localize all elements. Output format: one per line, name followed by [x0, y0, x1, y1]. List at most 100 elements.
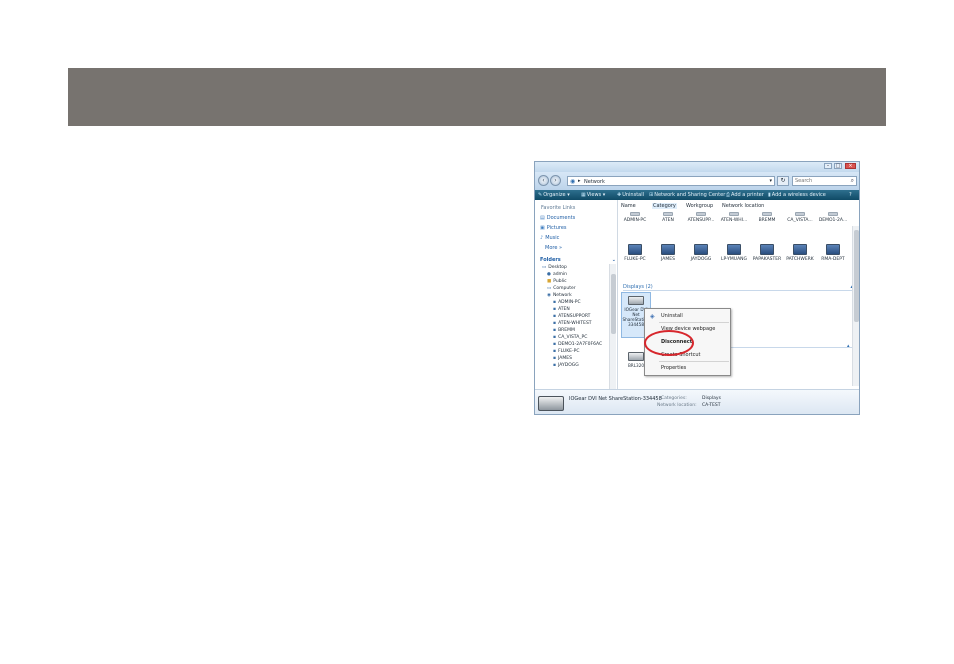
folder-icon: ■ [547, 279, 552, 284]
computer-item[interactable]: PAPAKASTER [751, 244, 783, 262]
computer-icon: ▪ [553, 328, 557, 333]
computer-icon: ▪ [553, 321, 557, 326]
tree-item-computer-node[interactable]: ▪ ATEN-WHITEST [553, 320, 592, 327]
pictures-icon: ▣ [540, 225, 545, 231]
computer-item[interactable]: JAMES [652, 244, 684, 262]
computer-icon [694, 244, 708, 255]
sidebar-scrollbar[interactable] [609, 264, 616, 389]
tree-item-computer-node[interactable]: ▪ JAYDOGG [553, 362, 579, 369]
menu-separator [659, 322, 729, 323]
close-button[interactable]: × [845, 163, 856, 169]
column-header-workgroup[interactable]: Workgroup [686, 203, 713, 209]
displays-group-header[interactable]: Displays (2)▴ [623, 284, 855, 291]
computer-item[interactable]: ATENSUPP... [685, 212, 717, 223]
details-location-value: CA-TEST [702, 403, 721, 408]
menu-item-uninstall[interactable]: Uninstall [661, 313, 683, 319]
views-button[interactable]: ▦Views ▾ [581, 192, 605, 198]
maximize-button[interactable]: □ [834, 163, 842, 169]
navigation-pane: Favorite Links ▤ Documents ▣ Pictures ♪ Mus… [535, 200, 618, 389]
computer-icon: ▪ [553, 314, 557, 319]
tree-item-network[interactable]: ◉ Network [547, 292, 572, 299]
computer-item[interactable]: LP-YMUANG [718, 244, 750, 262]
tree-item-admin[interactable]: ● admin [547, 271, 567, 278]
command-toolbar: ✎Organize ▾ ▦Views ▾ ✚Uninstall ⊞Network… [535, 190, 859, 200]
uninstall-icon: ✚ [617, 192, 622, 198]
help-icon[interactable]: ? [849, 192, 852, 198]
sidebar-scroll-thumb[interactable] [611, 274, 616, 334]
sidebar-link-music[interactable]: ♪ Music [540, 235, 559, 241]
search-input[interactable] [793, 177, 848, 185]
tree-item-computer-node[interactable]: ▪ JAMES [553, 355, 572, 362]
computer-item[interactable]: RMA-DEPT [817, 244, 849, 262]
network-icon: ◉ [570, 178, 576, 185]
tree-item-public[interactable]: ■ Public [547, 278, 567, 285]
search-box: ⌕ [792, 176, 857, 186]
computer-item[interactable]: CA_VISTA... [784, 212, 816, 223]
tree-item-computer-node[interactable]: ▪ BREMM [553, 327, 575, 334]
network-icon: ◉ [547, 293, 551, 298]
details-device-name: IOGear DVI Net ShareStation-334458 [569, 396, 662, 402]
content-scroll-thumb[interactable] [854, 230, 859, 322]
back-button[interactable]: ‹ [538, 175, 549, 186]
title-bar: – □ × [535, 162, 859, 172]
tree-item-computer-node[interactable]: ▪ CA_VISTA_PC [553, 334, 587, 341]
details-location-label: Network location: [657, 403, 697, 408]
tree-item-computer-node[interactable]: ▪ ATENSUPPORT [553, 313, 590, 320]
computer-icon [760, 244, 774, 255]
sidebar-link-pictures[interactable]: ▣ Pictures [540, 225, 567, 231]
computer-item[interactable]: BREMM [751, 212, 783, 223]
network-center-button[interactable]: ⊞Network and Sharing Center [649, 192, 725, 198]
menu-item-properties[interactable]: Properties [661, 365, 686, 371]
computer-icon [630, 212, 640, 216]
chevron-down-icon[interactable]: ▾ [769, 178, 772, 184]
tree-item-computer-node[interactable]: ▪ ADMIN-PC [553, 299, 581, 306]
address-bar-area: ‹ › ◉ ▸ Network ▾ ↻ ⌕ [535, 172, 859, 190]
uninstall-toolbar-button[interactable]: ✚Uninstall [617, 192, 644, 198]
computer-icon [663, 212, 673, 216]
computer-item[interactable]: FLUKE-PC [619, 244, 651, 262]
details-categories-label: Categories: [661, 396, 687, 401]
computer-icon: ▪ [553, 349, 557, 354]
refresh-button[interactable]: ↻ [777, 176, 789, 186]
tree-item-computer-node[interactable]: ▪ FLUKE-PC [553, 348, 580, 355]
collapse-caret-icon[interactable]: ▴ [847, 343, 850, 349]
column-header-location[interactable]: Network location [722, 203, 764, 209]
address-path: Network [584, 178, 605, 185]
sidebar-link-documents[interactable]: ▤ Documents [540, 215, 575, 221]
computer-item[interactable]: ADMIN-PC [619, 212, 651, 223]
organize-button[interactable]: ✎Organize ▾ [538, 192, 570, 198]
wireless-icon: ▮ [768, 192, 771, 198]
content-scrollbar[interactable] [852, 226, 859, 386]
desktop-icon: ▭ [542, 265, 547, 270]
tree-item-desktop[interactable]: ▭ Desktop [542, 264, 567, 271]
network-center-icon: ⊞ [649, 192, 654, 198]
tree-item-computer-node[interactable]: ▪ ATEN [553, 306, 570, 313]
column-header-name[interactable]: Name [621, 203, 636, 209]
views-icon: ▦ [581, 192, 586, 198]
computer-icon: ▭ [547, 286, 552, 291]
address-field[interactable]: ◉ ▸ Network ▾ [567, 176, 775, 186]
printer-icon: ⎙ [726, 192, 731, 198]
folders-header[interactable]: Folders ⌄ [540, 257, 616, 263]
computer-icon [727, 244, 741, 255]
computer-item[interactable]: ATEN [652, 212, 684, 223]
tree-item-computer-node[interactable]: ▪ DEMO1-2A7F0F6AC [553, 341, 602, 348]
computer-item[interactable]: ATEN-WHI... [718, 212, 750, 223]
computer-item[interactable]: DEMO1-2A... [817, 212, 849, 223]
computer-icon: ▪ [553, 307, 557, 312]
search-icon[interactable]: ⌕ [851, 177, 854, 185]
add-wireless-button[interactable]: ▮Add a wireless device [768, 192, 826, 198]
tree-item-computer[interactable]: ▭ Computer [547, 285, 576, 292]
forward-button[interactable]: › [550, 175, 561, 186]
computer-item[interactable]: JAYDOGG [685, 244, 717, 262]
sidebar-more-link[interactable]: More » [545, 245, 562, 251]
shield-icon: ◈ [650, 313, 655, 320]
computer-item[interactable]: PATCHWERK [784, 244, 816, 262]
computer-icon [628, 244, 642, 255]
add-printer-button[interactable]: ⎙Add a printer [726, 192, 764, 198]
explorer-window: – □ × ‹ › ◉ ▸ Network ▾ ↻ ⌕ ✎Organize ▾ … [534, 161, 860, 415]
computer-icon [661, 244, 675, 255]
music-icon: ♪ [540, 235, 544, 241]
minimize-button[interactable]: – [824, 163, 832, 169]
column-header-category[interactable]: Category [652, 203, 677, 209]
